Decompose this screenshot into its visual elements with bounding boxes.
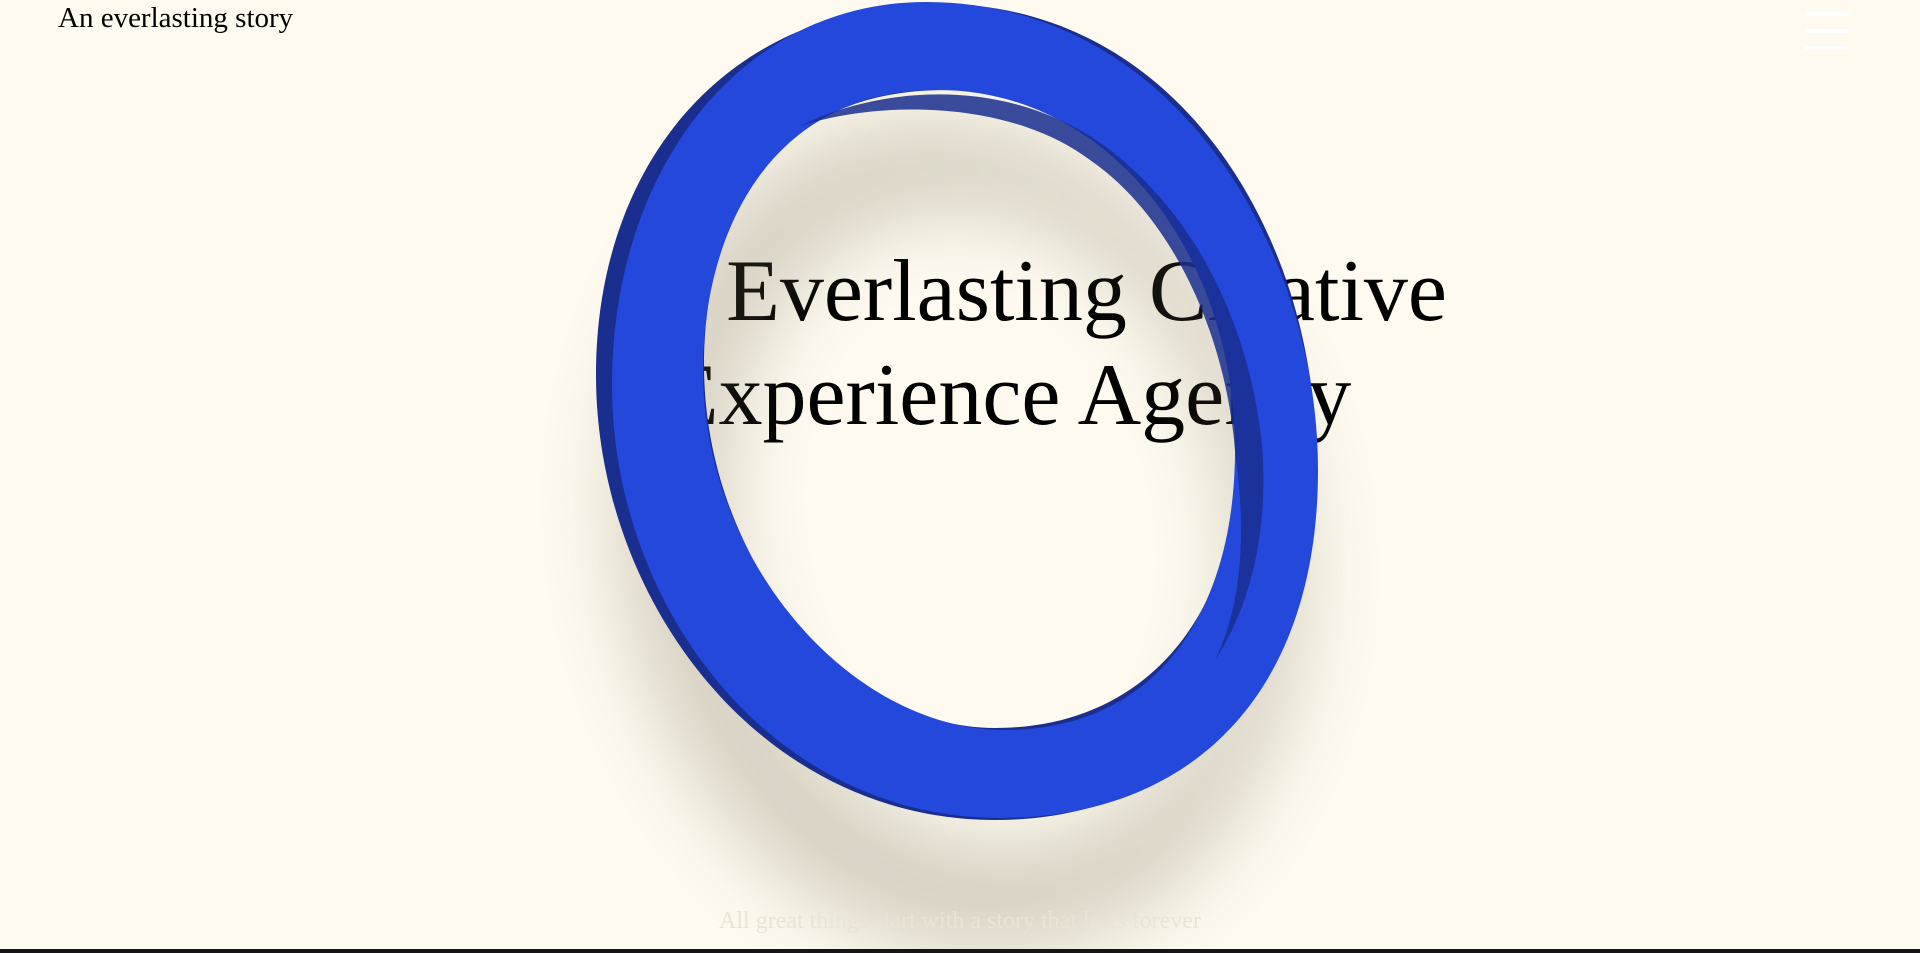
site-brand-title[interactable]: An everlasting story [58, 0, 293, 36]
menu-bar-middle [1805, 29, 1849, 33]
hero-headline: e Everlasting Creative Experience Agency [0, 240, 1920, 448]
hero-tagline: All great things start with a story that… [719, 908, 1201, 934]
menu-bar-bottom [1805, 46, 1849, 50]
hero-headline-line2: Experience Agency [664, 347, 1352, 444]
hamburger-menu-icon[interactable] [1802, 8, 1852, 56]
blue-ring-graphic [596, 2, 1318, 953]
menu-bar-top [1805, 12, 1849, 16]
bottom-divider [0, 949, 1920, 953]
hero-headline-line1: e Everlasting Creative [665, 243, 1447, 340]
